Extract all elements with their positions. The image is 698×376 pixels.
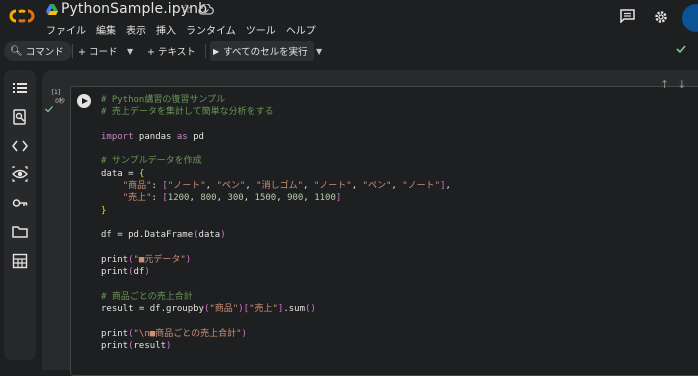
top-bar: PythonSample.ipynb ☆ ファイル 編集 表示 挿入 ランタイム… [0,0,698,38]
menu-runtime[interactable]: ランタイム [186,22,236,37]
toolbar: 🔍︎ コマンド + コード ▼ + テキスト ▶ すべてのセルを実行 ▼ [0,38,698,64]
code-line: result = df.groupby("商品")["売上"].sum() [101,304,316,315]
code-line: "売上": [1200, 800, 300, 1500, 900, 1100] [122,193,342,204]
menu-bar: ファイル 編集 表示 挿入 ランタイム ツール ヘルプ [46,22,326,37]
table-of-contents-icon[interactable] [12,80,28,96]
connected-check-icon[interactable] [676,44,686,54]
execution-count: [1] [51,88,61,96]
code-line: import pandas as pd [101,131,204,142]
star-icon[interactable]: ☆ [180,2,192,17]
execution-time: 0秒 [55,98,65,105]
run-cell-button[interactable] [77,94,91,108]
chevron-down-icon: ▼ [316,46,323,56]
colab-logo[interactable] [9,9,35,23]
play-icon: ▶ [213,46,220,56]
command-button[interactable]: 🔍︎ コマンド [4,41,72,61]
find-icon[interactable] [12,109,28,125]
code-line: # サンプルデータを作成 [101,156,202,167]
code-snippets-icon[interactable] [12,138,28,154]
code-line: # Python講習の復習サンプル [101,95,226,105]
gear-icon[interactable] [653,9,669,25]
data-table-icon[interactable] [12,253,28,269]
run-all-label: すべてのセルを実行 [223,47,308,58]
left-sidebar [4,70,36,360]
menu-insert[interactable]: 挿入 [156,22,176,37]
menu-view[interactable]: 表示 [126,22,146,37]
code-line: } [101,205,107,216]
code-line: data = { [101,168,145,179]
arrow-down-icon[interactable]: ↓ [677,78,694,91]
chevron-down-icon: ▼ [127,46,134,56]
add-code-label: + コード [78,47,118,58]
menu-help[interactable]: ヘルプ [286,22,316,37]
avatar[interactable] [682,4,698,32]
menu-tools[interactable]: ツール [246,22,276,37]
code-line: print(df) [101,267,150,278]
folder-icon[interactable] [12,224,28,240]
toolbar-divider [72,44,73,58]
menu-edit[interactable]: 編集 [96,22,116,37]
add-text-label: + テキスト [147,47,196,58]
command-label: コマンド [25,47,64,58]
code-line: print(result) [101,340,172,351]
notebook-area: [1] 0秒 ↑↓ # Python講習の復習サンプル # 売上データを集計して簡… [42,70,698,376]
code-line: print("■元データ") [101,254,192,265]
search-icon: 🔍︎ [10,45,23,57]
add-code-button[interactable]: + コード [78,41,117,61]
code-line: df = pd.DataFrame(data) [101,230,226,241]
code-line: "商品": ["ノート", "ペン", "消しゴム", "ノート", "ペン",… [122,181,451,192]
cell-move-controls[interactable]: ↑↓ [660,78,694,91]
code-editor[interactable]: # Python講習の復習サンプル # 売上データを集計して簡単な分析をする im… [101,94,451,352]
comment-icon[interactable] [620,9,635,23]
cloud-saved-icon[interactable] [198,4,214,15]
run-all-dropdown[interactable]: ▼ [316,41,322,61]
secrets-key-icon[interactable] [12,195,28,211]
success-check-icon [45,106,53,112]
code-line: # 売上データを集計して簡単な分析をする [101,107,274,118]
run-all-button[interactable]: ▶ すべてのセルを実行 [210,41,314,61]
drive-icon [46,4,58,15]
variables-icon[interactable] [12,166,28,182]
code-line: # 商品ごとの売上合計 [101,291,193,302]
toolbar-divider [205,44,206,58]
arrow-up-icon[interactable]: ↑ [660,78,677,91]
menu-file[interactable]: ファイル [46,22,86,37]
add-text-button[interactable]: + テキスト [147,41,196,61]
add-code-dropdown[interactable]: ▼ [127,41,133,61]
code-line: print("\n■商品ごとの売上合計") [101,328,247,339]
